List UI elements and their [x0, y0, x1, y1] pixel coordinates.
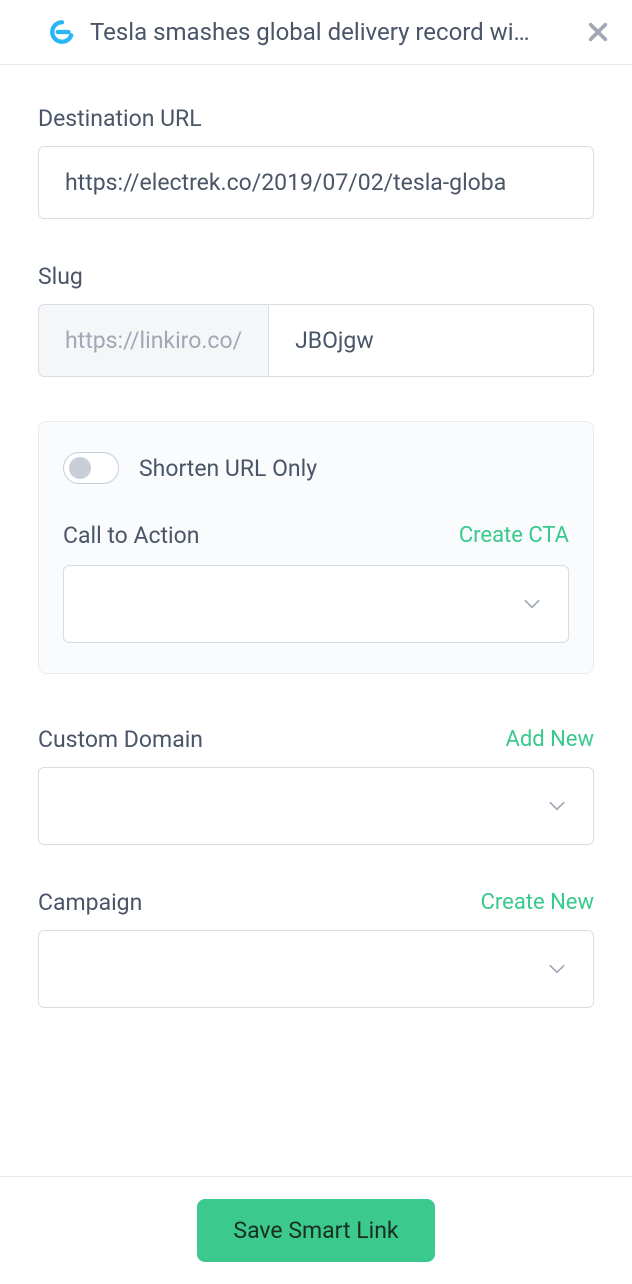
destination-url-label: Destination URL: [38, 105, 594, 132]
campaign-label: Campaign: [38, 889, 142, 916]
custom-domain-label: Custom Domain: [38, 726, 203, 753]
slug-prefix: https://linkiro.co/: [39, 305, 269, 376]
footer: Save Smart Link: [0, 1176, 632, 1284]
add-new-domain-link[interactable]: Add New: [505, 727, 594, 752]
shorten-url-toggle[interactable]: [63, 452, 119, 484]
cta-label-row: Call to Action Create CTA: [63, 522, 569, 549]
page-title: Tesla smashes global delivery record wi…: [90, 18, 572, 46]
create-cta-link[interactable]: Create CTA: [459, 523, 569, 548]
campaign-select[interactable]: [38, 930, 594, 1008]
shorten-toggle-row: Shorten URL Only: [63, 452, 569, 484]
shorten-url-label: Shorten URL Only: [139, 455, 317, 482]
campaign-label-row: Campaign Create New: [38, 889, 594, 916]
slug-field: Slug https://linkiro.co/: [38, 263, 594, 377]
cta-label: Call to Action: [63, 522, 199, 549]
slug-input[interactable]: [269, 305, 594, 376]
destination-url-input[interactable]: [38, 146, 594, 219]
destination-url-field: Destination URL: [38, 105, 594, 219]
campaign-field: Campaign Create New: [38, 889, 594, 1008]
cta-card: Shorten URL Only Call to Action Create C…: [38, 421, 594, 674]
header: Tesla smashes global delivery record wi…: [0, 0, 632, 65]
chevron-down-icon: [547, 796, 567, 816]
toggle-knob: [69, 457, 91, 479]
save-smart-link-button[interactable]: Save Smart Link: [197, 1199, 434, 1262]
site-favicon-icon: [48, 18, 76, 46]
close-icon[interactable]: [586, 20, 610, 44]
domain-label-row: Custom Domain Add New: [38, 726, 594, 753]
slug-label: Slug: [38, 263, 594, 290]
custom-domain-field: Custom Domain Add New: [38, 726, 594, 845]
form-content: Destination URL Slug https://linkiro.co/…: [0, 65, 632, 1008]
custom-domain-select[interactable]: [38, 767, 594, 845]
slug-group: https://linkiro.co/: [38, 304, 594, 377]
create-new-campaign-link[interactable]: Create New: [481, 890, 594, 915]
chevron-down-icon: [522, 594, 542, 614]
chevron-down-icon: [547, 959, 567, 979]
cta-select[interactable]: [63, 565, 569, 643]
